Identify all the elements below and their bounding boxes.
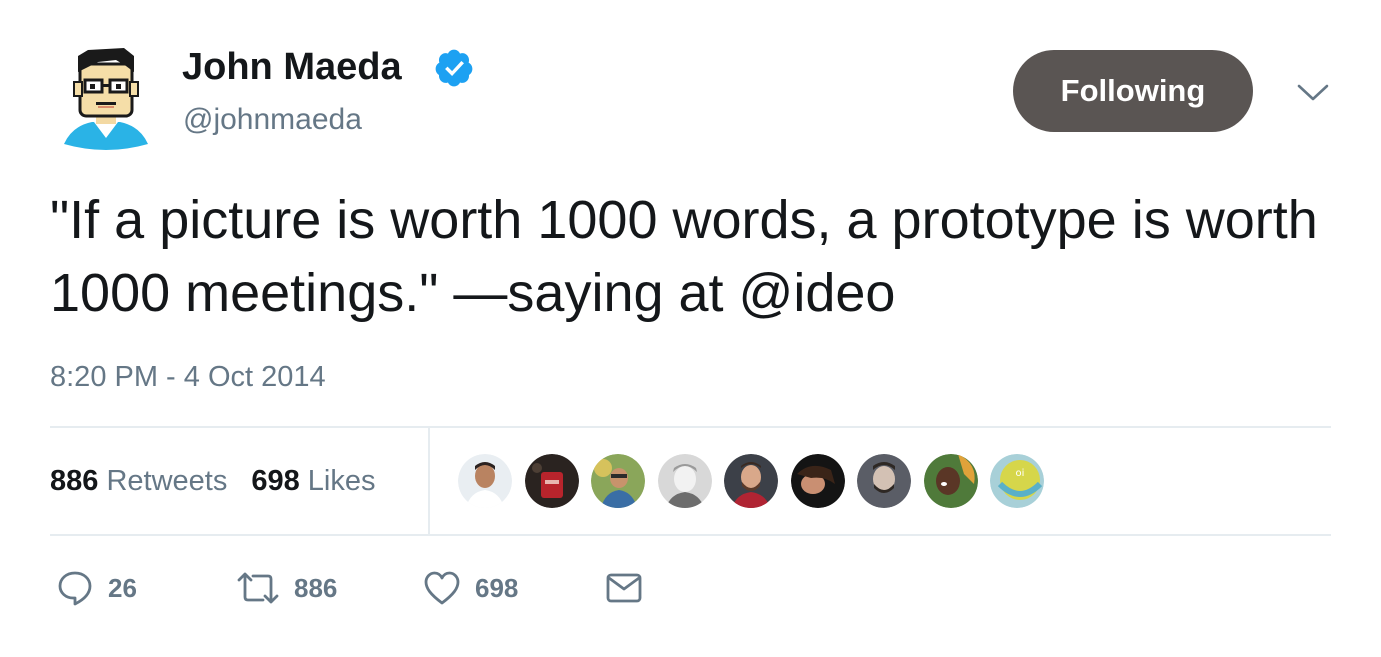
divider bbox=[50, 426, 1331, 428]
divider bbox=[50, 534, 1331, 536]
verified-badge-icon bbox=[435, 49, 473, 87]
liker-avatar[interactable] bbox=[923, 454, 978, 508]
liker-avatars: oi bbox=[458, 454, 1057, 510]
liker-avatar[interactable] bbox=[657, 454, 712, 508]
retweet-count: 886 bbox=[294, 572, 338, 603]
likes-label: Likes bbox=[307, 464, 376, 497]
reply-count: 26 bbox=[108, 572, 137, 603]
retweet-action[interactable]: 886 bbox=[236, 566, 337, 610]
direct-message-action[interactable] bbox=[605, 566, 643, 610]
heart-icon[interactable] bbox=[423, 570, 461, 606]
liker-avatar[interactable] bbox=[524, 454, 579, 508]
tweet-timestamp[interactable]: 8:20 PM - 4 Oct 2014 bbox=[50, 360, 326, 394]
likes-stat[interactable]: 698 Likes bbox=[251, 465, 375, 498]
liker-avatar[interactable]: oi bbox=[990, 454, 1044, 508]
liker-avatar[interactable] bbox=[591, 454, 645, 508]
reply-action[interactable]: 26 bbox=[56, 566, 137, 610]
liker-avatar[interactable] bbox=[458, 454, 512, 508]
author-avatar[interactable] bbox=[58, 42, 154, 150]
like-count: 698 bbox=[475, 572, 519, 603]
retweet-icon[interactable] bbox=[236, 571, 280, 605]
like-action[interactable]: 698 bbox=[423, 566, 518, 610]
liker-avatar[interactable] bbox=[790, 454, 845, 508]
author-name[interactable]: John Maeda bbox=[182, 44, 402, 90]
retweets-stat[interactable]: 886 Retweets bbox=[50, 465, 227, 498]
retweets-count: 886 bbox=[50, 464, 99, 497]
liker-avatar[interactable] bbox=[724, 454, 778, 508]
likes-count: 698 bbox=[251, 464, 300, 497]
following-button[interactable]: Following bbox=[1013, 50, 1253, 132]
liker-avatar[interactable] bbox=[857, 454, 911, 508]
reply-icon[interactable] bbox=[56, 569, 94, 607]
liker-logo-mark: oi bbox=[1016, 468, 1025, 479]
envelope-icon[interactable] bbox=[605, 571, 643, 605]
chevron-down-icon[interactable] bbox=[1296, 82, 1330, 104]
tweet-text: "If a picture is worth 1000 words, a pro… bbox=[50, 190, 1318, 323]
retweets-label: Retweets bbox=[106, 464, 228, 497]
tweet-stats: 886 Retweets 698 Likes bbox=[50, 462, 400, 500]
tweet-card: John Maeda @johnmaeda Following "If a pi… bbox=[0, 0, 1381, 657]
divider-vertical bbox=[428, 428, 430, 534]
author-handle[interactable]: @johnmaeda bbox=[183, 102, 362, 138]
